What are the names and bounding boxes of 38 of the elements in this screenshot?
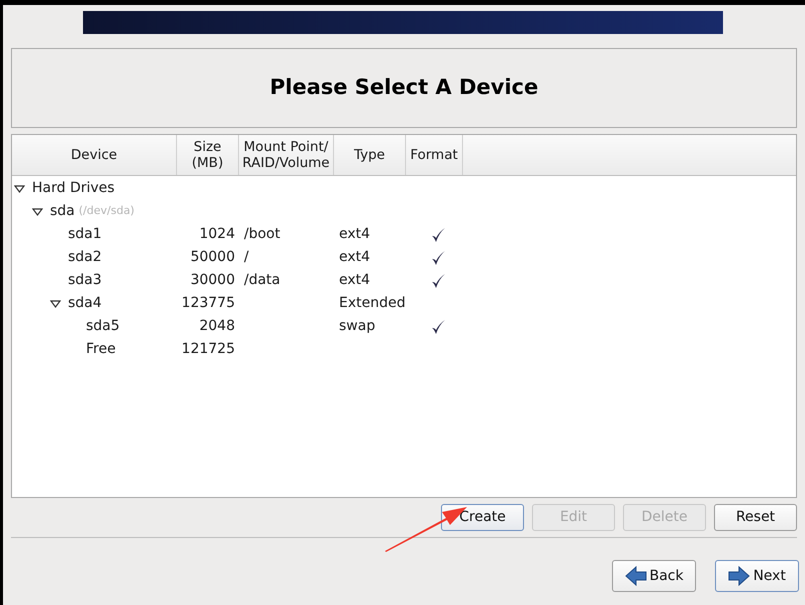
right-arrow-icon [728, 566, 750, 586]
type-cell: swap [339, 318, 376, 334]
size-cell: 123775 [182, 295, 235, 311]
device-name[interactable]: Hard Drives [32, 178, 115, 199]
device-name[interactable]: sda4 [68, 293, 102, 314]
nav-button[interactable]: Back [612, 560, 696, 592]
device-path: (/dev/sda) [78, 203, 134, 220]
action-button[interactable]: Reset [714, 504, 797, 531]
page-title: Please Select A Device [270, 74, 538, 102]
expander-down-icon[interactable] [14, 184, 25, 192]
column-header[interactable]: Type [334, 135, 406, 175]
mount-cell: /boot [244, 226, 280, 242]
mount-cell: /data [244, 272, 280, 288]
column-header[interactable]: Mount Point/ RAID/Volume [239, 135, 334, 175]
device-name[interactable]: sda2 [68, 247, 102, 268]
mount-cell: / [244, 249, 249, 265]
column-header[interactable]: Format [406, 135, 463, 175]
device-name[interactable]: sda [50, 201, 75, 222]
device-name[interactable]: Free [86, 339, 116, 360]
column-header[interactable]: Size (MB) [177, 135, 239, 175]
size-cell: 50000 [190, 249, 235, 265]
size-cell: 30000 [190, 272, 235, 288]
nav-button[interactable]: Next [715, 560, 799, 592]
type-cell: ext4 [339, 249, 370, 265]
column-header[interactable]: Device [12, 135, 177, 175]
device-name[interactable]: sda3 [68, 270, 102, 291]
type-cell: ext4 [339, 272, 370, 288]
size-cell: 1024 [199, 226, 235, 242]
expander-down-icon[interactable] [50, 300, 61, 308]
device-name[interactable]: sda5 [86, 316, 120, 337]
expander-down-icon[interactable] [32, 208, 43, 216]
size-cell: 121725 [182, 341, 235, 357]
action-button[interactable]: Create [441, 504, 524, 531]
type-cell: ext4 [339, 226, 370, 242]
device-name[interactable]: sda1 [68, 224, 102, 245]
left-arrow-icon [624, 566, 646, 586]
type-cell: Extended [339, 295, 406, 311]
size-cell: 2048 [199, 318, 235, 334]
